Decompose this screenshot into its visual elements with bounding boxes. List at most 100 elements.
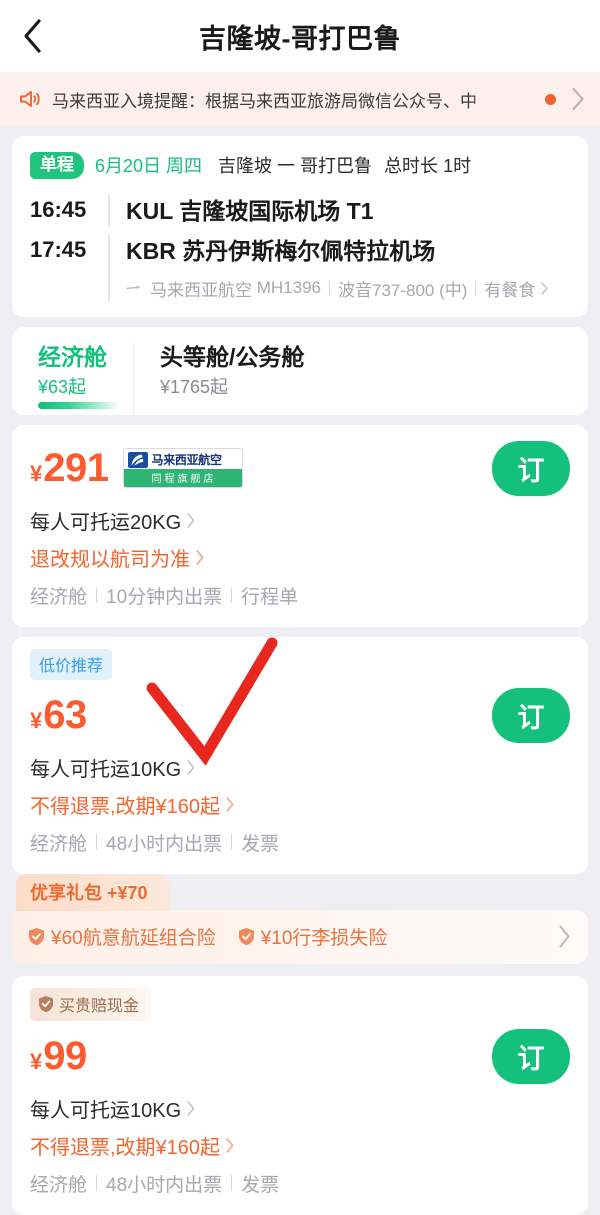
leg-divider	[108, 234, 110, 301]
chevron-right-icon	[186, 759, 196, 776]
currency-symbol: ¥	[30, 708, 43, 734]
attr-separator	[231, 1175, 233, 1192]
gift-item-1: ¥10行李损失险	[238, 923, 388, 950]
shield-check-icon	[38, 995, 54, 1013]
offer-refund-policy-2[interactable]: 不得退票,改期¥160起	[30, 1131, 570, 1160]
leg-divider	[108, 194, 110, 227]
offer-card-2[interactable]: 买贵赔现金 ¥ 99 订 每人可托运10KG 不得退票,改期¥160起 经济舱 …	[12, 975, 588, 1215]
price-value: 63	[43, 693, 87, 738]
page-title: 吉隆坡-哥打巴鲁	[199, 23, 401, 54]
offer-price-row: ¥ 99 订	[30, 1028, 570, 1084]
notice-text: 马来西亚入境提醒：根据马来西亚旅游局微信公众号、中	[52, 91, 477, 111]
chevron-right-icon	[225, 796, 235, 813]
meta-separator	[475, 280, 477, 296]
trip-date: 6月20日 周四	[95, 156, 203, 177]
offer-attr: 经济舱	[30, 1174, 88, 1196]
airline-logo-name: 马来西亚航空	[151, 453, 223, 468]
arrival-time: 17:45	[30, 236, 87, 262]
flight-summary-card: 单程 6月20日 周四 吉隆坡 一 哥打巴鲁 总时长 1时 16:45 KUL …	[12, 136, 588, 317]
offer-baggage-label: 每人可托运20KG	[30, 511, 182, 534]
flight-meta-row[interactable]: 马来西亚航空 MH1396 波音737-800 (中) 有餐食	[126, 276, 549, 301]
meta-meal: 有餐食	[484, 280, 536, 300]
shield-check-icon	[28, 927, 45, 946]
offer-price-row: ¥ 63 订	[30, 687, 570, 743]
attr-separator	[96, 1175, 98, 1192]
gift-item-label: ¥60航意航延组合险	[51, 927, 216, 949]
flight-leg-departure: 16:45 KUL 吉隆坡国际机场 T1	[30, 189, 570, 229]
offer-attr: 10分钟内出票	[106, 586, 223, 608]
back-button[interactable]	[0, 0, 64, 72]
price-value: 99	[43, 1034, 87, 1079]
tab-first-business[interactable]: 头等舱/公务舱 ¥1765起	[133, 342, 330, 415]
arrival-airport-code: KBR	[126, 237, 176, 264]
chevron-right-icon	[186, 512, 196, 529]
attr-separator	[96, 587, 98, 604]
offer-attr: 发票	[241, 833, 280, 855]
offer-card-1[interactable]: 低价推荐 ¥ 63 订 每人可托运10KG 不得退票,改期¥160起 经济舱 4…	[12, 636, 588, 874]
attr-separator	[231, 587, 233, 604]
meta-airline: 马来西亚航空	[150, 280, 252, 300]
departure-airport-name: 吉隆坡国际机场 T1	[179, 197, 374, 224]
price-guarantee-tag: 买贵赔现金	[30, 987, 152, 1021]
tab-economy[interactable]: 经济舱 ¥63起	[12, 343, 133, 415]
offer-attr: 经济舱	[30, 586, 88, 608]
gift-item-label: ¥10行李损失险	[260, 927, 388, 949]
trip-summary-line: 单程 6月20日 周四 吉隆坡 一 哥打巴鲁 总时长 1时	[30, 152, 570, 179]
trip-route: 吉隆坡 一 哥打巴鲁	[218, 156, 373, 177]
trip-type-badge: 单程	[30, 152, 84, 179]
price-guarantee-label: 买贵赔现金	[59, 997, 140, 1015]
shield-check-icon	[238, 927, 255, 946]
departure-airport-code: KUL	[126, 197, 173, 224]
chevron-right-icon[interactable]	[570, 86, 586, 112]
book-button-0[interactable]: 订	[492, 440, 570, 496]
offer-attributes-2: 经济舱 48小时内出票 发票	[30, 1170, 570, 1197]
navigation-bar: 吉隆坡-哥打巴鲁	[0, 0, 600, 72]
tab-first-business-label: 头等舱/公务舱	[160, 343, 305, 370]
book-button-1[interactable]: 订	[492, 687, 570, 743]
offer-baggage-2[interactable]: 每人可托运10KG	[30, 1094, 570, 1123]
gift-package-section: 优享礼包 +¥70 ¥60航意航延组合险 ¥10行李损失险	[12, 870, 588, 964]
book-button-2[interactable]: 订	[492, 1028, 570, 1084]
offer-refund-label: 退改规以航司为准	[30, 548, 190, 571]
offer-refund-label: 不得退票,改期¥160起	[30, 1136, 221, 1159]
chevron-right-icon	[540, 281, 549, 296]
chevron-right-icon	[186, 1100, 196, 1117]
offer-baggage-0[interactable]: 每人可托运20KG	[30, 506, 570, 535]
gift-package-body[interactable]: ¥60航意航延组合险 ¥10行李损失险	[12, 909, 588, 964]
offer-attr: 48小时内出票	[106, 1174, 223, 1196]
offer-baggage-label: 每人可托运10KG	[30, 1099, 182, 1122]
offer-baggage-label: 每人可托运10KG	[30, 758, 182, 781]
tab-economy-label: 经济舱	[38, 343, 107, 370]
meta-aircraft: 波音737-800 (中)	[338, 280, 468, 300]
offer-card-0[interactable]: ¥ 291 马来西亚航空 同程旗舰店 订 每人可托运20KG 退改规以航司为准 …	[12, 424, 588, 627]
offer-attr: 48小时内出票	[106, 833, 223, 855]
chevron-right-icon[interactable]	[557, 924, 572, 949]
offer-refund-policy-1[interactable]: 不得退票,改期¥160起	[30, 790, 570, 819]
trip-duration: 总时长 1时	[384, 156, 472, 177]
entry-notice-banner[interactable]: 马来西亚入境提醒：根据马来西亚旅游局微信公众号、中	[0, 72, 600, 126]
chevron-right-icon	[195, 549, 205, 566]
offer-price: ¥ 99	[30, 1036, 87, 1076]
offer-attributes-1: 经济舱 48小时内出票 发票	[30, 829, 570, 856]
notice-unread-dot	[545, 93, 556, 105]
price-value: 291	[43, 446, 109, 491]
airline-store-logo[interactable]: 马来西亚航空 同程旗舰店	[122, 448, 243, 489]
attr-separator	[96, 834, 98, 851]
airline-store-label: 同程旗舰店	[123, 469, 242, 488]
offer-attr: 经济舱	[30, 833, 88, 855]
offer-baggage-1[interactable]: 每人可托运10KG	[30, 753, 570, 782]
offer-attr: 行程单	[241, 586, 299, 608]
active-tab-indicator	[38, 401, 118, 409]
offer-refund-label: 不得退票,改期¥160起	[30, 795, 221, 818]
offer-refund-policy-0[interactable]: 退改规以航司为准	[30, 543, 570, 572]
airplane-icon	[126, 282, 142, 294]
meta-separator	[329, 280, 330, 296]
gift-item-0: ¥60航意航延组合险	[28, 923, 216, 950]
low-price-tag: 低价推荐	[30, 648, 113, 680]
malaysia-airlines-logo-icon	[127, 451, 148, 468]
offer-price-row: ¥ 291 马来西亚航空 同程旗舰店 订	[30, 440, 570, 496]
tab-first-business-price: ¥1765起	[160, 376, 229, 397]
offer-price: ¥ 291	[30, 448, 109, 488]
chevron-left-icon	[21, 18, 43, 54]
notice-text-container: 马来西亚入境提醒：根据马来西亚旅游局微信公众号、中	[52, 84, 539, 114]
